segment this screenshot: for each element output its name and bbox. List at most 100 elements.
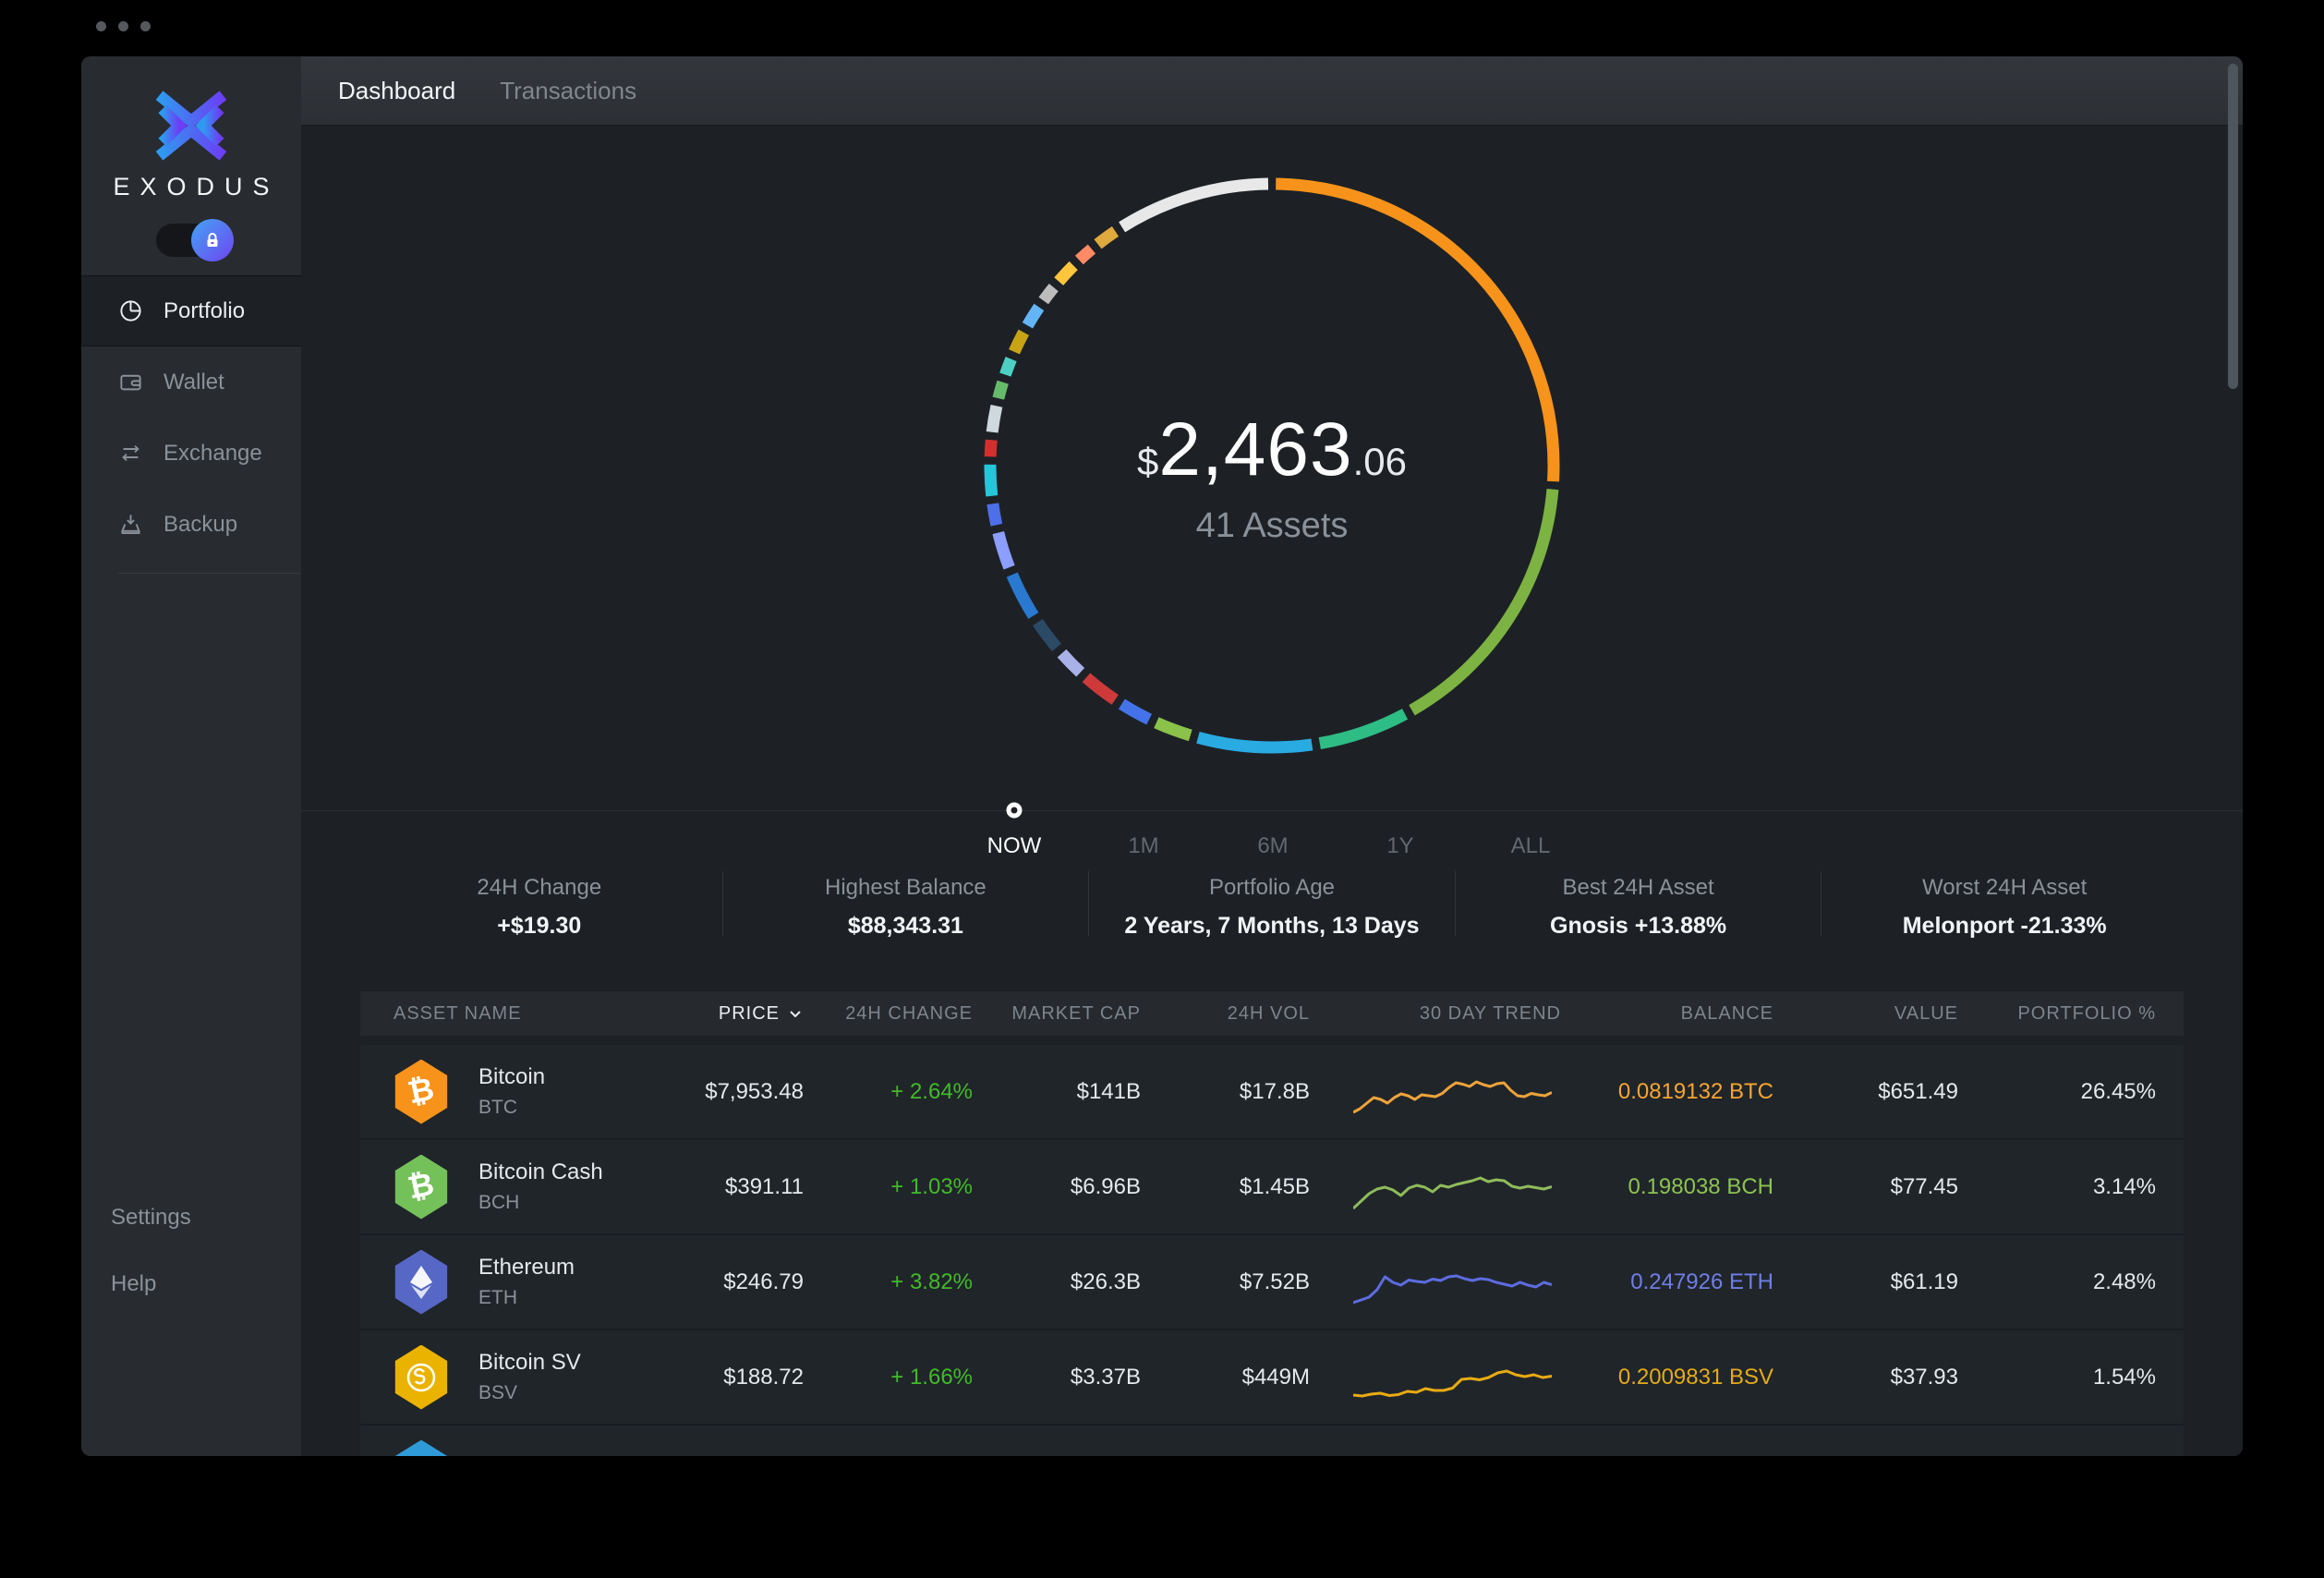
- col-price[interactable]: PRICE: [637, 1003, 804, 1025]
- asset-cell: ₿ Bitcoin BTC: [360, 1059, 637, 1124]
- timeline-track[interactable]: [301, 810, 2243, 811]
- asset-symbol: ETH: [478, 1287, 517, 1308]
- portfolio-pct-cell: 3.14%: [2092, 1173, 2156, 1199]
- stat-value: 2 Years, 7 Months, 13 Days: [1124, 913, 1420, 939]
- price-cell: $391.11: [725, 1173, 804, 1199]
- lock-icon: [207, 233, 218, 247]
- col-balance[interactable]: BALANCE: [1561, 1003, 1773, 1025]
- window-dot[interactable]: [96, 21, 106, 31]
- timeline-1m[interactable]: 1M: [1128, 833, 1158, 859]
- sidebar-item-label: Portfolio: [163, 297, 246, 323]
- balance-cell: 0.198038 BCH: [1628, 1173, 1773, 1199]
- sidebar-nav: Portfolio Wallet Exchange Backup: [81, 275, 301, 574]
- bitcoin-sv-icon: [394, 1344, 448, 1410]
- lock-knob[interactable]: [191, 219, 234, 261]
- stat-24h-change: 24H Change +$19.30: [357, 868, 722, 940]
- asset-symbol: BSV: [478, 1382, 518, 1403]
- timeline-now[interactable]: NOW: [987, 833, 1042, 859]
- asset-name: Ethereum: [478, 1255, 575, 1280]
- change-cell: + 2.64%: [890, 1078, 973, 1104]
- portfolio-pct-cell: 2.48%: [2092, 1268, 2156, 1294]
- balance-cell: 0.247926 ETH: [1630, 1268, 1773, 1294]
- balance-cell: 0.2009831 BSV: [1617, 1364, 1773, 1390]
- brand-name: EXODUS: [113, 173, 280, 200]
- sidebar-item-portfolio[interactable]: Portfolio: [81, 275, 301, 346]
- sparkline: [1353, 1176, 1552, 1209]
- sidebar-item-wallet[interactable]: Wallet: [81, 346, 301, 418]
- window-dot[interactable]: [140, 21, 151, 31]
- stat-value: +$19.30: [497, 913, 582, 939]
- scrollbar-thumb[interactable]: [2228, 64, 2238, 389]
- sparkline: [1353, 1369, 1552, 1397]
- col-market-cap[interactable]: MARKET CAP: [973, 1003, 1141, 1025]
- sparkline: [1353, 1274, 1552, 1304]
- topbar: Dashboard Transactions: [301, 56, 2243, 126]
- asset-cell: Ethereum ETH: [360, 1249, 637, 1315]
- timeline-1y[interactable]: 1Y: [1386, 833, 1413, 859]
- table-row-bitcoin-sv[interactable]: Bitcoin SV BSV $188.72 + 1.66% $3.37B $4…: [360, 1330, 2184, 1426]
- asset-cell: Dash: [360, 1439, 637, 1456]
- sidebar-item-label: Backup: [163, 511, 238, 537]
- market-cap-cell: $26.3B: [1070, 1268, 1141, 1294]
- timeline-all[interactable]: ALL: [1511, 833, 1551, 859]
- trend-cell: [1310, 1351, 1561, 1404]
- dashboard-content: $2,463.06 41 Assets NOW 1M 6M 1Y ALL 24H…: [301, 126, 2243, 1456]
- table-header: ASSET NAME PRICE 24H CHANGE MARKET CAP 2…: [360, 991, 2184, 1036]
- col-24h-vol[interactable]: 24H VOL: [1141, 1003, 1310, 1025]
- sidebar-item-label: Exchange: [163, 440, 262, 466]
- backup-icon: [121, 515, 140, 535]
- dash-icon: [394, 1439, 448, 1456]
- volume-cell: $449M: [1241, 1364, 1310, 1390]
- asset-symbol: BCH: [478, 1192, 520, 1213]
- price-cell: $7,953.48: [705, 1078, 804, 1104]
- stat-highest-balance: Highest Balance $88,343.31: [723, 868, 1089, 940]
- trend-cell: [1310, 1256, 1561, 1309]
- table-row-bitcoin-cash[interactable]: ₿ Bitcoin Cash BCH $391.11 + 1.03% $6.96…: [360, 1140, 2184, 1235]
- col-24h-change[interactable]: 24H CHANGE: [804, 1003, 973, 1025]
- col-30-day-trend[interactable]: 30 DAY TREND: [1310, 1003, 1561, 1025]
- sidebar-item-exchange[interactable]: Exchange: [81, 418, 301, 489]
- portfolio-total: $2,463.06 41 Assets: [301, 407, 2243, 546]
- market-cap-cell: $6.96B: [1070, 1173, 1141, 1199]
- lock-toggle[interactable]: [156, 219, 234, 261]
- col-asset-name[interactable]: ASSET NAME: [360, 1003, 637, 1025]
- table-row-bitcoin[interactable]: ₿ Bitcoin BTC $7,953.48 + 2.64% $141B $1…: [360, 1045, 2184, 1140]
- stat-worst-asset: Worst 24H Asset Melonport -21.33%: [1822, 868, 2187, 940]
- pie-chart-icon: [120, 300, 141, 322]
- stat-label: Portfolio Age: [1208, 875, 1336, 900]
- volume-cell: $17.8B: [1239, 1078, 1310, 1104]
- price-cell: $246.79: [723, 1268, 804, 1294]
- exchange-icon: [122, 444, 139, 462]
- value-cell: $77.45: [1890, 1173, 1958, 1199]
- trend-cell: [1310, 1446, 1561, 1457]
- stat-label: Worst 24H Asset: [1922, 875, 2088, 900]
- tab-transactions[interactable]: Transactions: [500, 77, 636, 105]
- change-cell: + 1.03%: [890, 1173, 973, 1199]
- ethereum-icon: [394, 1249, 448, 1315]
- portfolio-pct-cell: 1.54%: [2092, 1364, 2156, 1390]
- value-cell: $651.49: [1878, 1078, 1958, 1104]
- tab-dashboard[interactable]: Dashboard: [338, 77, 455, 105]
- timeline-6m[interactable]: 6M: [1257, 833, 1288, 859]
- help-link[interactable]: Help: [111, 1271, 301, 1297]
- assets-count: 41 Assets: [1195, 506, 1349, 545]
- col-value[interactable]: VALUE: [1773, 1003, 1958, 1025]
- chevron-down-icon: [790, 1011, 801, 1018]
- asset-table: ASSET NAME PRICE 24H CHANGE MARKET CAP 2…: [360, 991, 2184, 1456]
- stat-best-asset: Best 24H Asset Gnosis +13.88%: [1456, 868, 1822, 940]
- col-portfolio-pct[interactable]: PORTFOLIO %: [1958, 1003, 2184, 1025]
- window-controls[interactable]: [96, 21, 151, 31]
- sparkline: [1353, 1446, 1552, 1457]
- currency-symbol: $: [1137, 440, 1159, 483]
- asset-name: Bitcoin: [478, 1064, 546, 1089]
- total-amount: 2,463: [1158, 407, 1353, 492]
- table-row-ethereum[interactable]: Ethereum ETH $246.79 + 3.82% $26.3B $7.5…: [360, 1235, 2184, 1330]
- table-row-dash[interactable]: Dash: [360, 1426, 2184, 1456]
- stat-value: Melonport -21.33%: [1902, 913, 2107, 939]
- window-dot[interactable]: [118, 21, 128, 31]
- settings-link[interactable]: Settings: [111, 1205, 301, 1231]
- trend-cell: [1310, 1065, 1561, 1119]
- sidebar-item-backup[interactable]: Backup: [81, 489, 301, 560]
- price-cell: $188.72: [723, 1364, 804, 1390]
- timeline-marker[interactable]: [1006, 802, 1023, 819]
